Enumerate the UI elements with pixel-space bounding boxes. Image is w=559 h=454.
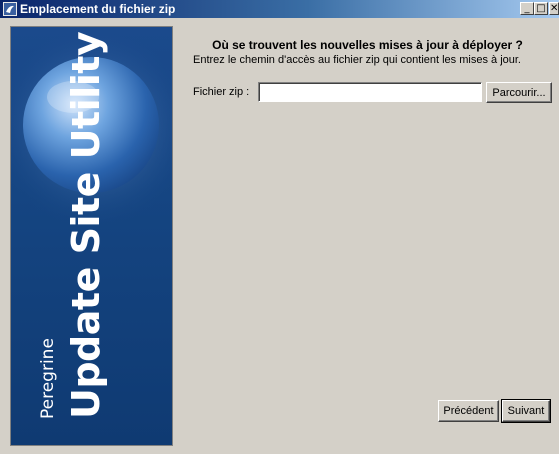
instruction-text: Entrez le chemin d'accès au fichier zip … [193,54,521,66]
page-heading: Où se trouvent les nouvelles mises à jou… [212,38,523,52]
product-name: Update Site Utility [64,31,108,419]
zip-file-input[interactable] [258,82,482,102]
app-icon [3,2,17,16]
minimize-button[interactable]: _ [520,2,534,15]
brand-name: Peregrine [38,338,58,419]
window-title: Emplacement du fichier zip [20,2,176,16]
maximize-button[interactable]: □ [534,2,548,15]
previous-button[interactable]: Précédent [438,400,499,422]
side-banner: Update Site Utility Peregrine [10,26,173,446]
title-bar[interactable]: Emplacement du fichier zip _ □ ✕ [0,0,559,18]
zip-file-label: Fichier zip : [193,86,250,98]
browse-button[interactable]: Parcourir... [486,82,552,103]
wizard-window: Emplacement du fichier zip _ □ ✕ Update … [0,0,559,454]
close-button[interactable]: ✕ [549,2,559,15]
next-button[interactable]: Suivant [501,399,551,423]
